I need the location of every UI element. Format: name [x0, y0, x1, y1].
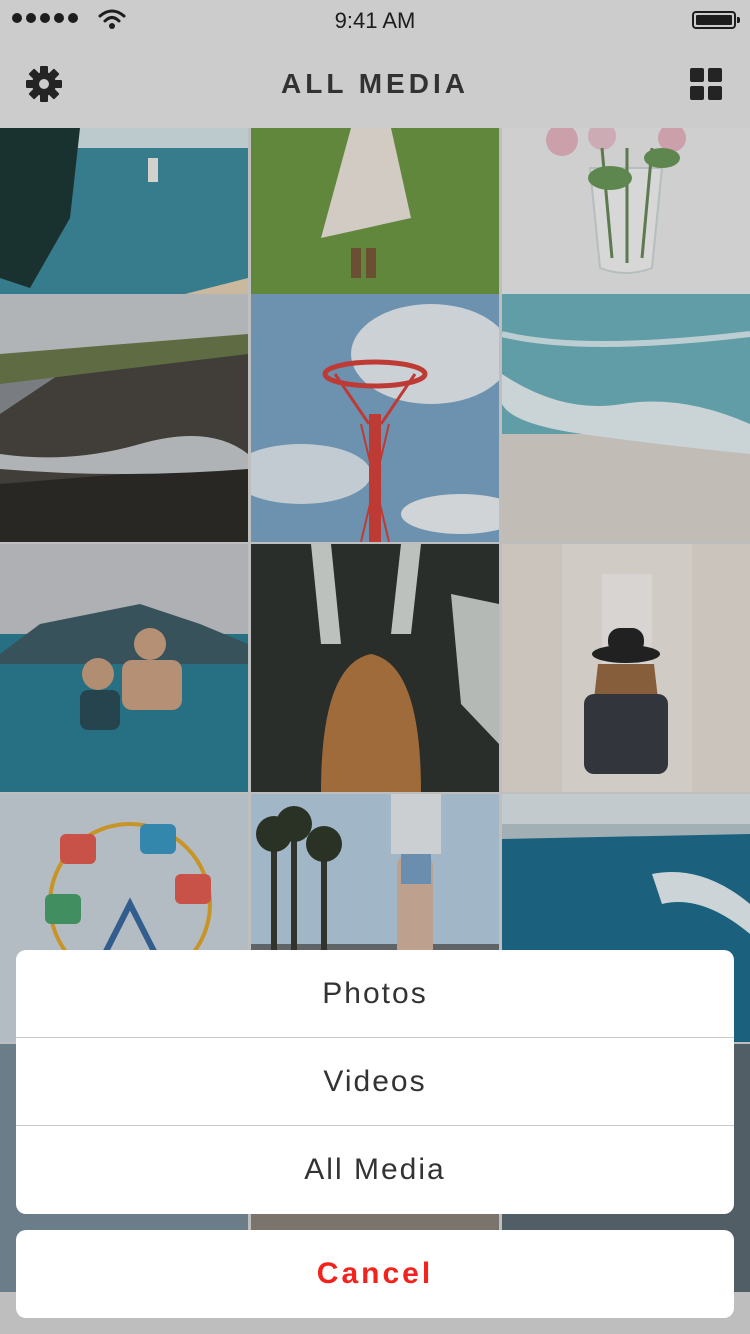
option-photos[interactable]: Photos: [16, 950, 734, 1038]
action-sheet: Photos Videos All Media: [16, 950, 734, 1214]
cancel-button[interactable]: Cancel: [16, 1230, 734, 1318]
option-videos[interactable]: Videos: [16, 1038, 734, 1126]
option-all-media[interactable]: All Media: [16, 1126, 734, 1214]
